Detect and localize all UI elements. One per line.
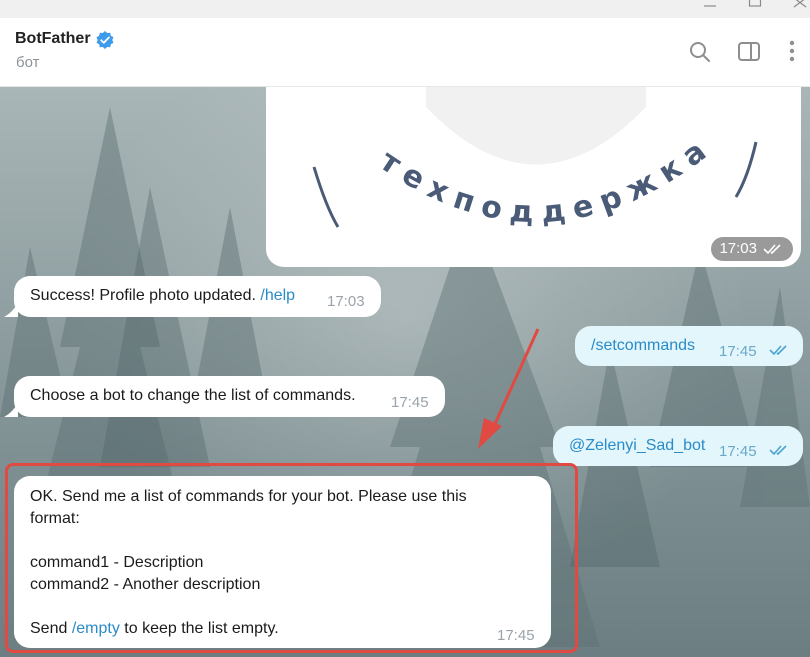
empty-command-link[interactable]: /empty [72,620,120,637]
search-icon [690,42,710,62]
chat-header[interactable]: BotFather бот [0,18,810,87]
more-menu-button[interactable] [780,38,804,66]
maximize-button[interactable] [735,0,775,18]
sidebar-toggle-icon [738,42,760,61]
minimize-button[interactable] [690,0,730,18]
minimize-icon [704,5,716,7]
message-bubble-incoming[interactable]: OK. Send me a list of commands for your … [14,476,551,648]
more-vertical-icon [789,40,795,62]
window-titlebar [0,0,810,18]
sidebar-toggle-button[interactable] [736,38,764,66]
chat-messages-area[interactable]: техподдержка 17:03 Success! Profile phot… [0,87,810,657]
close-window-button[interactable] [780,0,810,18]
message-text: OK. Send me a list of commands for your … [30,488,467,637]
message-time: 17:45 [497,627,535,644]
close-icon [793,0,807,8]
search-button[interactable] [686,38,714,66]
maximize-icon [748,0,762,7]
chat-title[interactable]: BotFather [15,30,91,48]
verified-badge-icon [96,31,114,49]
chat-subtitle: бот [16,54,40,71]
